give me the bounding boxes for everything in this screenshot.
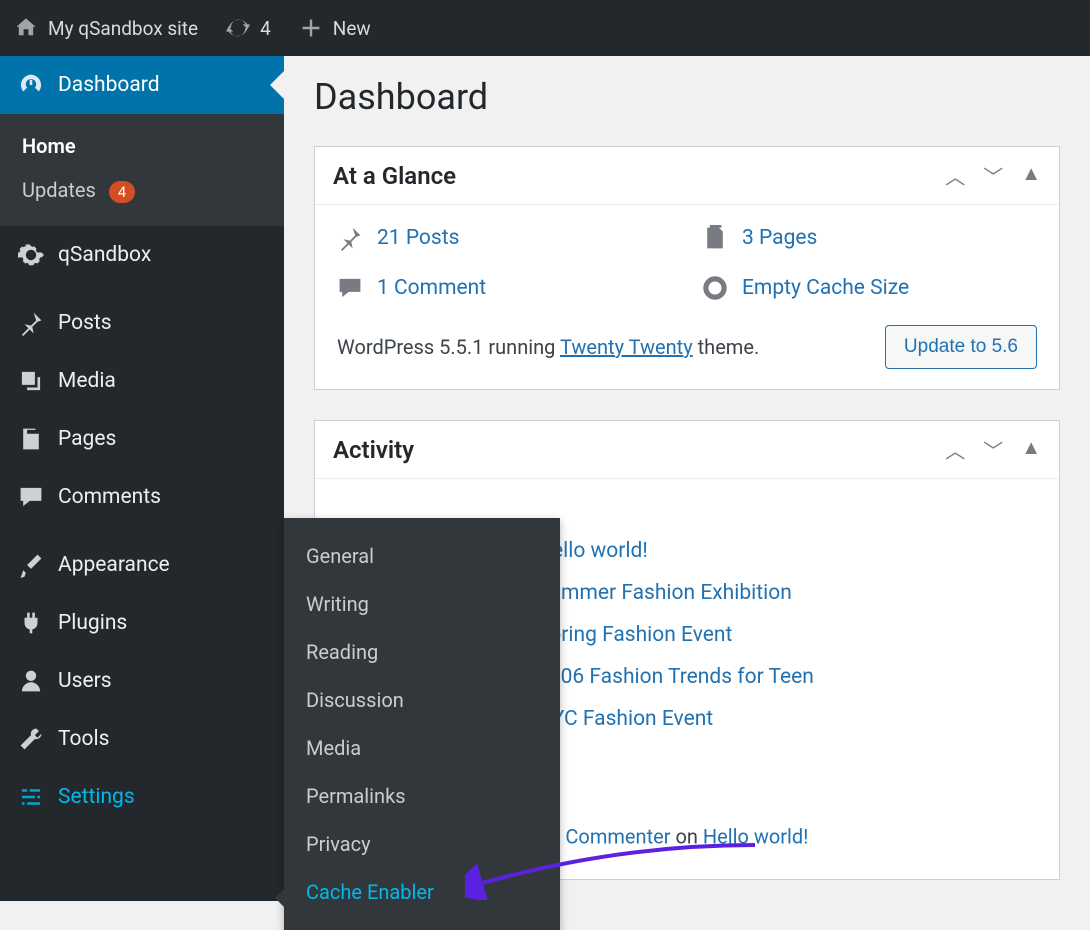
flyout-media[interactable]: Media xyxy=(284,724,560,772)
pages-icon xyxy=(18,426,44,452)
submenu-home[interactable]: Home xyxy=(0,124,284,168)
home-icon xyxy=(14,16,38,40)
sidebar-item-plugins[interactable]: Plugins xyxy=(0,594,284,652)
pages-icon xyxy=(702,225,728,251)
activity-link[interactable]: Summer Fashion Exhibition xyxy=(537,581,792,605)
sidebar-item-appearance[interactable]: Appearance xyxy=(0,536,284,594)
submenu-updates[interactable]: Updates 4 xyxy=(0,168,284,212)
comment-icon xyxy=(18,484,44,510)
chevron-up-icon[interactable]: ︿ xyxy=(945,161,965,190)
sidebar-label-qsandbox: qSandbox xyxy=(58,243,151,267)
page-title: Dashboard xyxy=(314,76,1060,118)
plug-icon xyxy=(18,610,44,636)
at-a-glance-box: At a Glance ︿ ﹀ ▲ 21 Posts 3 Pages xyxy=(314,146,1060,390)
box-controls: ︿ ﹀ ▲ xyxy=(945,161,1041,190)
toolbar-new[interactable]: New xyxy=(299,16,371,40)
sidebar-label-tools: Tools xyxy=(58,727,109,751)
activity-link[interactable]: NYC Fashion Event xyxy=(537,707,713,731)
sidebar-item-comments[interactable]: Comments xyxy=(0,468,284,526)
flyout-permalinks[interactable]: Permalinks xyxy=(284,772,560,820)
sidebar-label-comments: Comments xyxy=(58,485,161,509)
circle-icon xyxy=(702,275,728,301)
dashboard-icon xyxy=(18,72,44,98)
flyout-writing[interactable]: Writing xyxy=(284,580,560,628)
refresh-icon xyxy=(226,16,250,40)
chevron-up-icon[interactable]: ︿ xyxy=(945,435,965,464)
glance-posts[interactable]: 21 Posts xyxy=(337,225,672,251)
pin-icon xyxy=(18,310,44,336)
plus-icon xyxy=(299,16,323,40)
flyout-cache-enabler[interactable]: Cache Enabler xyxy=(284,868,560,916)
flyout-privacy[interactable]: Privacy xyxy=(284,820,560,868)
sidebar-item-tools[interactable]: Tools xyxy=(0,710,284,768)
flyout-reading[interactable]: Reading xyxy=(284,628,560,676)
activity-header: Activity ︿ ﹀ ▲ xyxy=(315,421,1059,479)
admin-toolbar: My qSandbox site 4 New xyxy=(0,0,1090,56)
user-icon xyxy=(18,668,44,694)
sidebar-item-posts[interactable]: Posts xyxy=(0,294,284,352)
glance-cache[interactable]: Empty Cache Size xyxy=(702,275,1037,301)
site-name: My qSandbox site xyxy=(48,17,198,40)
triangle-up-icon[interactable]: ▲ xyxy=(1021,161,1041,190)
glance-comment[interactable]: 1 Comment xyxy=(337,275,672,301)
chevron-down-icon[interactable]: ﹀ xyxy=(983,435,1003,464)
sidebar-item-pages[interactable]: Pages xyxy=(0,410,284,468)
triangle-up-icon[interactable]: ▲ xyxy=(1021,435,1041,464)
toolbar-updates-count: 4 xyxy=(260,17,271,40)
settings-flyout: General Writing Reading Discussion Media… xyxy=(284,518,560,930)
sidebar-item-users[interactable]: Users xyxy=(0,652,284,710)
media-icon xyxy=(18,368,44,394)
dashboard-submenu: Home Updates 4 xyxy=(0,114,284,226)
toolbar-site-link[interactable]: My qSandbox site xyxy=(14,16,198,40)
sidebar-label-dashboard: Dashboard xyxy=(58,73,160,97)
at-a-glance-title: At a Glance xyxy=(333,162,456,190)
sliders-icon xyxy=(18,784,44,810)
box-controls: ︿ ﹀ ▲ xyxy=(945,435,1041,464)
activity-link[interactable]: Spring Fashion Event xyxy=(537,623,732,647)
chevron-down-icon[interactable]: ﹀ xyxy=(983,161,1003,190)
activity-title: Activity xyxy=(333,436,414,464)
sidebar-item-media[interactable]: Media xyxy=(0,352,284,410)
admin-sidebar: Dashboard Home Updates 4 qSandbox Posts … xyxy=(0,56,284,901)
theme-link[interactable]: Twenty Twenty xyxy=(560,335,693,359)
sidebar-label-appearance: Appearance xyxy=(58,553,170,577)
at-a-glance-header: At a Glance ︿ ﹀ ▲ xyxy=(315,147,1059,205)
toolbar-updates[interactable]: 4 xyxy=(226,16,271,40)
glance-pages[interactable]: 3 Pages xyxy=(702,225,1037,251)
pin-icon xyxy=(337,225,363,251)
gear-icon xyxy=(18,242,44,268)
comment-icon xyxy=(337,275,363,301)
activity-link[interactable]: 2106 Fashion Trends for Teen xyxy=(537,665,814,689)
toolbar-new-label: New xyxy=(333,17,371,40)
sidebar-item-settings[interactable]: Settings xyxy=(0,768,284,826)
brush-icon xyxy=(18,552,44,578)
sidebar-label-plugins: Plugins xyxy=(58,611,127,635)
flyout-discussion[interactable]: Discussion xyxy=(284,676,560,724)
flyout-general[interactable]: General xyxy=(284,532,560,580)
sidebar-item-qsandbox[interactable]: qSandbox xyxy=(0,226,284,284)
wrench-icon xyxy=(18,726,44,752)
wp-version-line: WordPress 5.5.1 running Twenty Twenty th… xyxy=(337,325,1037,369)
comment-post-link[interactable]: Hello world! xyxy=(703,824,808,848)
updates-badge: 4 xyxy=(109,181,135,203)
update-button[interactable]: Update to 5.6 xyxy=(885,325,1037,369)
sidebar-item-dashboard[interactable]: Dashboard xyxy=(0,56,284,114)
sidebar-label-pages: Pages xyxy=(58,427,116,451)
sidebar-label-posts: Posts xyxy=(58,311,112,335)
sidebar-label-users: Users xyxy=(58,669,112,693)
sidebar-label-settings: Settings xyxy=(58,785,135,809)
sidebar-label-media: Media xyxy=(58,369,116,393)
